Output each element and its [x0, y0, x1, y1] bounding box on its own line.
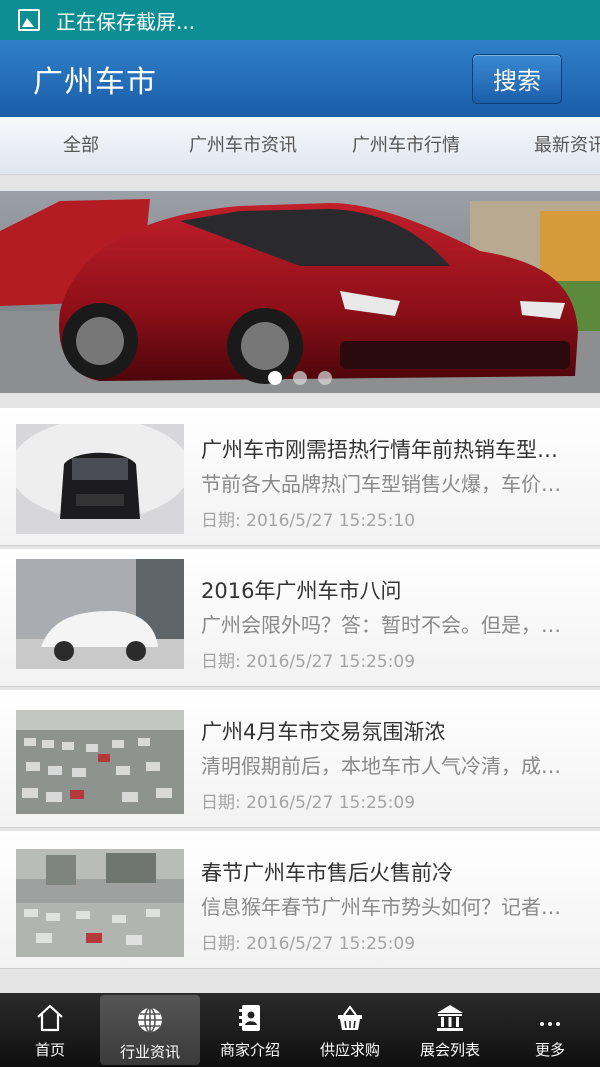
- news-summary: 广州会限外吗？答：暂时不会。但是，…: [201, 613, 561, 637]
- carousel-dot[interactable]: [318, 371, 332, 385]
- news-item[interactable]: 广州车市刚需捂热行情年前热销车型… 节前各大品牌热门车型销售火爆，车价… 日期:…: [0, 408, 600, 546]
- news-item[interactable]: 广州4月车市交易氛围渐浓 清明假期前后，本地车市人气冷清，成… 日期: 2016…: [0, 690, 600, 828]
- news-item[interactable]: 春节广州车市售后火售前冷 信息猴年春节广州车市势头如何？记者… 日期: 2016…: [0, 831, 600, 969]
- nav-label: 更多: [534, 1041, 565, 1059]
- building-icon: [434, 1002, 466, 1034]
- tab-latest-news[interactable]: 最新资讯: [534, 117, 600, 174]
- nav-exhibitions[interactable]: 展会列表: [400, 993, 500, 1067]
- page-title: 广州车市: [33, 64, 157, 100]
- tab-guangzhou-news[interactable]: 广州车市资讯: [189, 117, 297, 174]
- nav-label: 行业资讯: [119, 1043, 180, 1061]
- banner-carousel[interactable]: [0, 191, 600, 393]
- tab-guangzhou-market[interactable]: 广州车市行情: [352, 117, 460, 174]
- news-date: 日期: 2016/5/27 15:25:09: [201, 652, 416, 672]
- news-title: 2016年广州车市八问: [201, 579, 402, 603]
- news-date: 日期: 2016/5/27 15:25:09: [201, 793, 416, 813]
- carousel-dot[interactable]: [268, 371, 282, 385]
- tab-all[interactable]: 全部: [63, 117, 99, 174]
- news-summary: 清明假期前后，本地车市人气冷清，成…: [201, 754, 561, 778]
- news-thumbnail: [16, 849, 184, 959]
- news-summary: 信息猴年春节广州车市势头如何？记者…: [201, 895, 561, 919]
- news-item[interactable]: 2016年广州车市八问 广州会限外吗？答：暂时不会。但是，… 日期: 2016/…: [0, 549, 600, 687]
- nav-supply-demand[interactable]: 供应求购: [300, 993, 400, 1067]
- bottom-nav: 首页 行业资讯 商家介绍 供应求购 展会列表 更多: [0, 993, 600, 1067]
- news-summary: 节前各大品牌热门车型销售火爆，车价…: [201, 472, 561, 496]
- nav-label: 商家介绍: [219, 1041, 280, 1059]
- news-date: 日期: 2016/5/27 15:25:10: [201, 511, 416, 531]
- status-bar: 正在保存截屏...: [0, 0, 600, 40]
- news-thumbnail: [16, 559, 184, 669]
- carousel-dot[interactable]: [293, 371, 307, 385]
- news-title: 广州4月车市交易氛围渐浓: [201, 720, 446, 744]
- nav-label: 首页: [34, 1041, 65, 1059]
- screenshot-image-icon: [18, 9, 40, 31]
- nav-label: 展会列表: [419, 1041, 480, 1059]
- search-button[interactable]: 搜索: [472, 53, 562, 104]
- carousel-indicator: [0, 371, 600, 385]
- basket-icon: [334, 1002, 366, 1034]
- nav-label: 供应求购: [319, 1041, 380, 1059]
- news-thumbnail: [16, 710, 184, 820]
- banner-car-image: [0, 191, 600, 393]
- category-tabs: 全部 广州车市资讯 广州车市行情 最新资讯: [0, 117, 600, 175]
- nav-home[interactable]: 首页: [0, 993, 100, 1067]
- status-message: 正在保存截屏...: [56, 9, 196, 34]
- globe-icon: [134, 1004, 166, 1036]
- home-icon: [34, 1002, 66, 1034]
- more-dots-icon: [534, 1002, 566, 1034]
- news-title: 春节广州车市售后火售前冷: [201, 861, 453, 885]
- news-date: 日期: 2016/5/27 15:25:09: [201, 934, 416, 954]
- news-thumbnail: [16, 424, 184, 534]
- nav-merchants[interactable]: 商家介绍: [200, 993, 300, 1067]
- contacts-book-icon: [234, 1002, 266, 1034]
- app-header: 广州车市 搜索: [0, 40, 600, 117]
- news-title: 广州车市刚需捂热行情年前热销车型…: [201, 438, 558, 462]
- nav-more[interactable]: 更多: [500, 993, 600, 1067]
- nav-industry-news[interactable]: 行业资讯: [100, 995, 200, 1065]
